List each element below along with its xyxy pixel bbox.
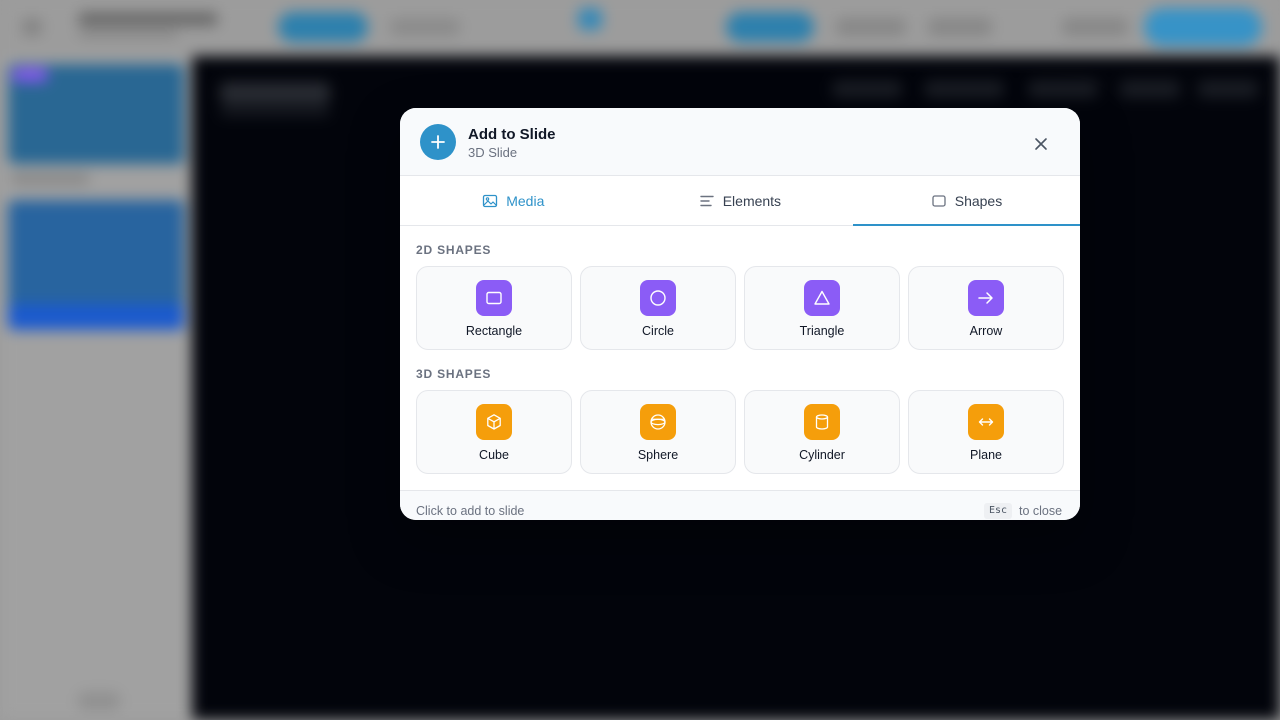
footer-hint: Click to add to slide [416, 504, 525, 518]
tab-media-label: Media [506, 193, 545, 209]
shapes-2d-grid: Rectangle Circle Triangle Arrow [416, 266, 1064, 350]
circle-icon [640, 280, 676, 316]
shapes-3d-grid: Cube Sphere Cylinder Plane [416, 390, 1064, 474]
tab-elements[interactable]: Elements [627, 177, 854, 225]
section-label-2d: 2D SHAPES [416, 243, 492, 257]
shape-label: Sphere [637, 448, 679, 462]
shape-label: Arrow [969, 324, 1003, 338]
tab-shapes-label: Shapes [954, 193, 1003, 209]
esc-key-badge: Esc [984, 503, 1013, 519]
section-label-3d: 3D SHAPES [416, 367, 492, 381]
shape-cube-button[interactable]: Cube [416, 390, 572, 474]
shape-label: Cylinder [799, 448, 845, 462]
shape-rectangle-button[interactable]: Rectangle [416, 266, 572, 350]
shape-label: Plane [970, 448, 1002, 462]
shape-label: Triangle [799, 324, 845, 338]
plus-icon [420, 124, 456, 160]
tab-shapes[interactable]: Shapes [853, 177, 1080, 226]
square-icon [932, 195, 946, 207]
modal-subtitle: 3D Slide [468, 145, 518, 160]
tab-bar: Media Elements Shapes [400, 177, 1080, 226]
modal-title: Add to Slide [468, 126, 556, 143]
modal-footer: Click to add to slide Esc to close [400, 490, 1080, 520]
shape-triangle-button[interactable]: Triangle [744, 266, 900, 350]
plane-arrows-icon [968, 404, 1004, 440]
footer-close-hint: to close [1019, 504, 1063, 518]
close-icon [1035, 138, 1047, 150]
rectangle-icon [476, 280, 512, 316]
shape-circle-button[interactable]: Circle [580, 266, 736, 350]
close-button[interactable] [1026, 130, 1056, 158]
tab-media[interactable]: Media [400, 177, 627, 225]
cube-icon [476, 404, 512, 440]
shape-sphere-button[interactable]: Sphere [580, 390, 736, 474]
shape-arrow-button[interactable]: Arrow [908, 266, 1064, 350]
triangle-icon [804, 280, 840, 316]
cylinder-icon [804, 404, 840, 440]
shape-plane-button[interactable]: Plane [908, 390, 1064, 474]
shape-label: Circle [642, 324, 674, 338]
sphere-icon [640, 404, 676, 440]
text-lines-icon [700, 195, 714, 207]
shape-label: Cube [479, 448, 509, 462]
shape-cylinder-button[interactable]: Cylinder [744, 390, 900, 474]
shape-label: Rectangle [465, 324, 523, 338]
modal-header: Add to Slide 3D Slide [400, 108, 1080, 176]
add-to-slide-modal: Add to Slide 3D Slide Media Elements Sha… [400, 108, 1080, 520]
image-icon [483, 194, 498, 208]
tab-elements-label: Elements [722, 193, 782, 209]
arrow-right-icon [968, 280, 1004, 316]
